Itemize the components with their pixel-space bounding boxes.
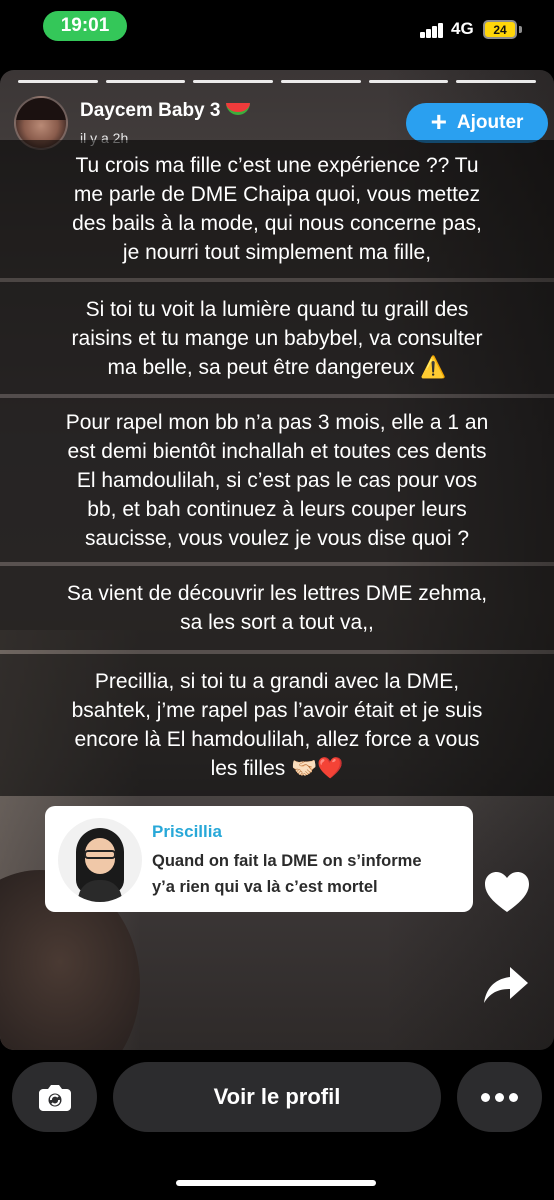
add-friend-button[interactable]: + Ajouter bbox=[406, 103, 548, 143]
battery-level: 24 bbox=[493, 22, 507, 37]
caption-1: Tu crois ma fille c’est une expérience ?… bbox=[0, 140, 554, 278]
status-time: 19:01 bbox=[43, 11, 127, 41]
more-options-button[interactable] bbox=[457, 1062, 542, 1132]
story-viewer[interactable]: Daycem Baby 3 il y a 2h + Ajouter Tu cro… bbox=[0, 70, 554, 1050]
home-indicator[interactable] bbox=[176, 1180, 376, 1186]
camera-icon bbox=[38, 1085, 71, 1111]
progress-segment bbox=[18, 80, 98, 83]
status-bar: 19:01 4G 24 bbox=[0, 0, 554, 60]
battery-tip bbox=[519, 26, 522, 33]
share-icon[interactable] bbox=[482, 965, 530, 1005]
caption-text: Tu crois ma fille c’est une expérience ?… bbox=[72, 154, 482, 264]
caption-2: Si toi tu voit la lumière quand tu grail… bbox=[0, 282, 554, 394]
more-icon bbox=[481, 1092, 518, 1102]
progress-segment bbox=[105, 80, 186, 83]
progress-segment bbox=[368, 80, 449, 83]
caption-text: Precillia, si toi tu a grandi avec la DM… bbox=[71, 670, 483, 780]
story-username[interactable]: Daycem Baby 3 bbox=[80, 100, 251, 122]
caption-text: Sa vient de découvrir les lettres DME ze… bbox=[66, 582, 488, 634]
camera-button[interactable] bbox=[12, 1062, 97, 1132]
caption-5: Precillia, si toi tu a grandi avec la DM… bbox=[0, 654, 554, 796]
heart-icon[interactable] bbox=[483, 870, 531, 914]
username-text: Daycem Baby 3 bbox=[80, 100, 221, 121]
progress-segment bbox=[281, 80, 361, 83]
reply-avatar bbox=[58, 818, 142, 902]
battery-icon: 24 bbox=[483, 20, 517, 39]
reply-text: Quand on fait la DME on s’informe y’a ri… bbox=[152, 852, 422, 896]
view-profile-button[interactable]: Voir le profil bbox=[113, 1062, 441, 1132]
progress-segment bbox=[193, 80, 274, 83]
caption-text: Pour rapel mon bb n’a pas 3 mois, elle a… bbox=[65, 410, 489, 550]
reply-author: Priscillia bbox=[152, 822, 222, 841]
caption-4: Sa vient de découvrir les lettres DME ze… bbox=[0, 566, 554, 650]
caption-3: Pour rapel mon bb n’a pas 3 mois, elle a… bbox=[0, 398, 554, 562]
add-button-label: Ajouter bbox=[456, 112, 524, 133]
story-progress-bar bbox=[18, 80, 537, 83]
network-type: 4G bbox=[451, 19, 474, 38]
cellular-signal-icon bbox=[420, 22, 446, 38]
watermelon-icon bbox=[226, 103, 251, 117]
caption-text: Si toi tu voit la lumière quand tu grail… bbox=[71, 297, 483, 379]
plus-icon: + bbox=[430, 105, 447, 137]
progress-segment bbox=[456, 80, 537, 83]
reply-sticker[interactable]: Priscillia Quand on fait la DME on s’inf… bbox=[45, 806, 473, 912]
bottom-bar: Voir le profil bbox=[0, 1050, 554, 1200]
